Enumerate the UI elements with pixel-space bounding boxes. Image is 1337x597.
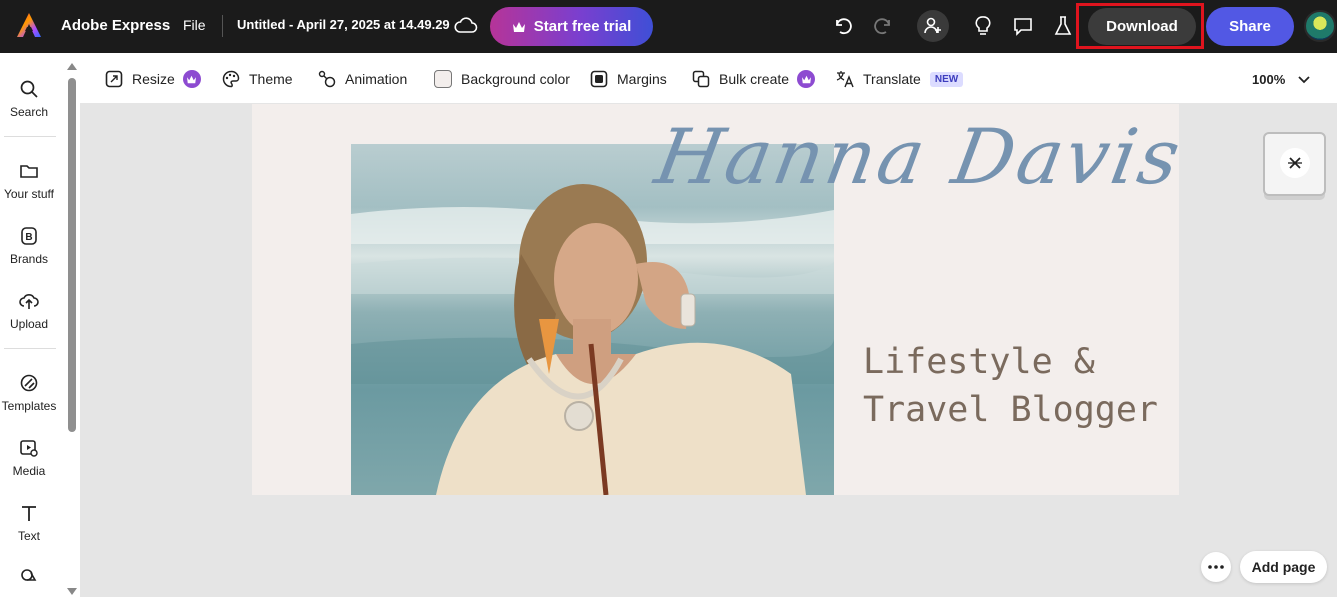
canvas-toolbar: Resize Theme Animation Background color … xyxy=(80,53,1337,103)
adobe-express-logo[interactable] xyxy=(16,12,42,38)
svg-text:B: B xyxy=(25,232,32,243)
search-icon xyxy=(20,80,38,98)
palette-icon xyxy=(222,70,240,88)
margins-button[interactable]: Margins xyxy=(590,69,667,89)
user-avatar[interactable] xyxy=(1304,10,1336,42)
animation-label: Animation xyxy=(345,71,408,87)
sidebar-item-templates[interactable]: Templates xyxy=(0,373,58,413)
left-rail: Search Your stuff B Brands Upload Templa… xyxy=(0,53,64,597)
sidebar-item-label: Media xyxy=(12,464,46,478)
sidebar-item-label: Templates xyxy=(1,399,57,413)
sidebar-item-label: Search xyxy=(9,105,49,119)
chevron-down-icon[interactable] xyxy=(1297,72,1311,86)
resize-label: Resize xyxy=(132,71,175,87)
folder-icon xyxy=(20,165,38,178)
invite-collaborator-button[interactable] xyxy=(917,10,949,42)
templates-icon xyxy=(20,374,38,392)
page-thumbnail-panel[interactable] xyxy=(1263,132,1326,196)
start-free-trial-label: Start free trial xyxy=(533,18,632,35)
sidebar-item-your-stuff[interactable]: Your stuff xyxy=(0,161,58,201)
redo-button[interactable] xyxy=(871,14,895,38)
hero-name-text[interactable]: Hanna Davis xyxy=(649,112,1179,201)
translate-button[interactable]: Translate NEW xyxy=(836,69,964,89)
invite-collaborator-icon xyxy=(924,17,941,34)
brand-name: Adobe Express xyxy=(61,17,171,34)
file-menu[interactable]: File xyxy=(183,17,206,33)
scroll-up-arrow[interactable] xyxy=(67,63,77,70)
zoom-level[interactable]: 100% xyxy=(1252,72,1285,87)
shapes-icon xyxy=(21,569,37,581)
sidebar-item-media[interactable]: Media xyxy=(0,438,58,478)
comment-icon xyxy=(1014,18,1032,36)
subtitle-line-2: Travel Blogger xyxy=(863,390,1159,430)
undo-button[interactable] xyxy=(831,14,855,38)
flask-icon xyxy=(1054,16,1072,35)
rail-divider xyxy=(4,136,56,137)
comments-button[interactable] xyxy=(1011,14,1035,38)
document-title[interactable]: Untitled - April 27, 2025 at 14.49.29 xyxy=(237,17,450,32)
redo-icon xyxy=(874,18,890,35)
premium-crown-icon xyxy=(182,70,201,88)
resize-icon xyxy=(105,70,123,88)
scroll-thumb[interactable] xyxy=(68,78,76,432)
design-page[interactable]: Hanna Davis Lifestyle & Travel Blogger xyxy=(252,104,1179,495)
new-badge: NEW xyxy=(929,71,964,87)
sidebar-item-label: Your stuff xyxy=(3,187,55,201)
sidebar-item-brands[interactable]: B Brands xyxy=(0,226,58,266)
bulk-create-label: Bulk create xyxy=(719,71,790,87)
swap-order-icon xyxy=(1280,148,1310,178)
upload-icon xyxy=(19,294,39,309)
brands-icon: B xyxy=(21,227,37,245)
share-button[interactable]: Share xyxy=(1206,7,1294,46)
add-page-button[interactable]: Add page xyxy=(1240,551,1327,583)
translate-label: Translate xyxy=(863,71,921,87)
undo-icon xyxy=(836,18,852,35)
cloud-sync-icon[interactable] xyxy=(454,15,478,35)
background-color-button[interactable]: Background color xyxy=(434,69,570,89)
media-icon xyxy=(20,440,38,457)
rail-divider xyxy=(4,348,56,349)
text-icon xyxy=(22,506,36,521)
sidebar-item-label: Brands xyxy=(9,252,49,266)
more-options-button[interactable] xyxy=(1201,552,1231,582)
start-free-trial-button[interactable]: Start free trial xyxy=(490,7,653,46)
sidebar-item-search[interactable]: Search xyxy=(0,79,58,119)
theme-label: Theme xyxy=(249,71,293,87)
background-color-label: Background color xyxy=(461,71,570,87)
resize-button[interactable]: Resize xyxy=(105,69,201,89)
translate-icon xyxy=(836,71,854,88)
theme-button[interactable]: Theme xyxy=(222,69,293,89)
crown-icon xyxy=(512,21,525,32)
lightbulb-icon xyxy=(975,16,991,35)
animation-icon xyxy=(318,70,336,88)
top-bar: Adobe Express File Untitled - April 27, … xyxy=(0,0,1337,53)
margins-label: Margins xyxy=(617,71,667,87)
labs-button[interactable] xyxy=(1051,14,1075,38)
premium-crown-icon xyxy=(797,70,816,88)
margins-icon xyxy=(590,70,608,88)
animation-button[interactable]: Animation xyxy=(318,69,407,89)
header-divider xyxy=(222,15,223,37)
sidebar-item-upload[interactable]: Upload xyxy=(0,291,58,331)
color-swatch-icon xyxy=(434,70,452,88)
subtitle-text[interactable]: Lifestyle & Travel Blogger xyxy=(863,338,1158,434)
sidebar-item-text[interactable]: Text xyxy=(0,503,58,543)
bulk-create-button[interactable]: Bulk create xyxy=(692,69,816,89)
scroll-down-arrow[interactable] xyxy=(67,588,77,595)
bulk-create-icon xyxy=(692,70,710,88)
sidebar-item-label: Text xyxy=(17,529,40,543)
download-button[interactable]: Download xyxy=(1088,8,1196,45)
subtitle-line-1: Lifestyle & xyxy=(863,342,1095,382)
sidebar-item-elements[interactable] xyxy=(0,567,58,593)
sidebar-item-label: Upload xyxy=(9,317,49,331)
ideas-button[interactable] xyxy=(971,14,995,38)
more-horizontal-icon xyxy=(1208,565,1224,569)
